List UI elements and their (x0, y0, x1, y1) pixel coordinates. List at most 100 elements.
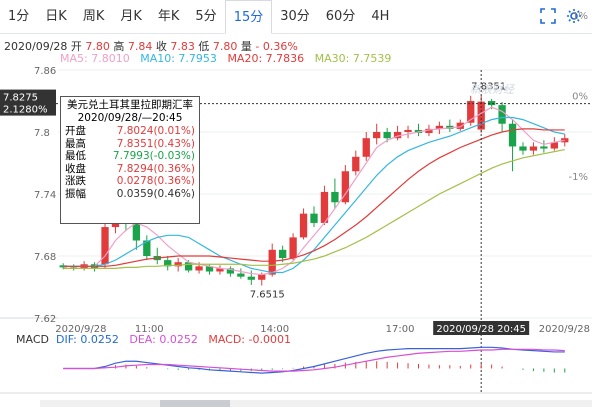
candle-body (132, 222, 141, 241)
candle-body (216, 268, 224, 272)
candle-body (310, 213, 318, 223)
tooltip-row-label: 最低 (65, 150, 86, 162)
candle-body (247, 276, 255, 280)
tab-5[interactable]: 5分 (187, 0, 224, 34)
candle-body (70, 267, 78, 269)
pct-tick-label: -1% (569, 172, 588, 183)
tooltip-row-label: 收盘 (65, 162, 86, 175)
high-mark-label: 7.8351 (471, 82, 506, 93)
tab-6[interactable]: 15分 (224, 0, 273, 34)
candle-body (289, 237, 297, 259)
crosshair-time-label: 2020/09/28 20:45 (436, 324, 526, 335)
candle-body (540, 146, 548, 149)
crosshair-price-label: 7.8275 (3, 93, 38, 104)
tooltip-row-value: 0.0359(0.46%) (116, 187, 195, 200)
chart-scrollbar[interactable] (40, 400, 592, 407)
candle-body (143, 240, 151, 256)
candle-body (80, 264, 88, 269)
tab-4[interactable]: 年K (150, 0, 188, 34)
candle-body (446, 125, 454, 129)
tab-7[interactable]: 30分 (272, 0, 318, 34)
candle-body (59, 265, 67, 268)
ma10-legend: MA10: 7.7953 (140, 52, 217, 65)
candle-body (404, 129, 412, 132)
macd-title: MACD (16, 333, 49, 346)
tooltip-row-value: 7.8024(0.01%) (116, 125, 195, 137)
tooltip-row-value: 7.8351(0.43%) (116, 137, 195, 150)
scrollbar-thumb[interactable] (160, 400, 230, 407)
candle-body (487, 101, 496, 106)
candle-body (352, 156, 360, 172)
tab-9[interactable]: 4H (363, 0, 397, 34)
tooltip-row-label: 最高 (65, 137, 86, 150)
x-tick-label: 17:00 (386, 324, 415, 335)
crosshair-price-box (0, 89, 56, 116)
tab-0[interactable]: 1分 (0, 0, 37, 34)
tooltip-row: 开盘 7.8024(0.01%) (65, 125, 195, 138)
tooltip-row-value: 0.0278(0.36%) (116, 175, 195, 187)
candle-body (393, 132, 402, 139)
y-tick-label: 7.8 (34, 128, 50, 139)
candle-body (258, 274, 266, 280)
candle-body (456, 122, 464, 129)
candle-body (435, 125, 444, 129)
tooltip-title: 美元兑土耳其里拉即期汇率 (67, 99, 193, 111)
settings-icon[interactable] (566, 8, 582, 24)
candle-body (195, 266, 203, 271)
tab-3[interactable]: 月K (112, 0, 150, 34)
kline-widget: { "tabs": ["1分","日K","周K","月K","年K","5分"… (0, 0, 592, 407)
dif-line (63, 346, 565, 374)
dif-legend: DIF: 0.0252 (55, 333, 119, 346)
candle-body (414, 129, 423, 134)
dea-legend: DEA: 0.0252 (129, 333, 198, 346)
candle-body (383, 132, 391, 139)
candle-body (153, 256, 161, 261)
ohlc-tooltip: 美元兑土耳其里拉即期汇率 2020/09/28/—20:45 开盘 7.8024(… (60, 96, 200, 224)
candle-body (237, 273, 245, 277)
tooltip-row: 收盘 7.8294(0.36%) (65, 163, 195, 176)
x-tick-label: 2020/9/28 (539, 324, 590, 335)
tab-1[interactable]: 日K (37, 0, 75, 34)
candle-body (373, 132, 381, 139)
ma20-legend: MA20: 7.7836 (227, 52, 305, 65)
candle-body (508, 123, 517, 147)
tooltip-row: 最低 7.7993(-0.03%) (65, 150, 195, 163)
candle-body (341, 171, 350, 203)
fullscreen-icon[interactable] (540, 8, 556, 24)
candle-body (164, 260, 172, 267)
ma-legend: MA5: 7.8010 MA10: 7.7953 MA20: 7.7836 MA… (60, 52, 391, 65)
candle-body (299, 213, 308, 238)
macd-legend: MACD DIF: 0.0252 DEA: 0.0252 MACD: -0.00… (16, 333, 291, 346)
toolbar (540, 8, 582, 24)
watermark-logo: 新浪财经 (470, 83, 515, 96)
y-tick-label: 7.74 (34, 190, 56, 201)
candle-body (425, 128, 433, 134)
y-tick-label: 7.86 (34, 66, 56, 77)
ma5-legend: MA5: 7.8010 (60, 52, 130, 65)
tooltip-row-value: 7.7993(-0.03%) (112, 150, 195, 162)
candle-body (226, 268, 235, 274)
candle-body (529, 146, 538, 151)
y-tick-label: 7.62 (34, 314, 56, 325)
tooltip-row: 涨跌 0.0278(0.36%) (65, 175, 195, 188)
candle-body (174, 262, 182, 267)
tooltip-row-label: 开盘 (65, 125, 86, 137)
tooltip-datetime: 2020/09/28/—20:45 (77, 112, 183, 124)
candle-body (477, 101, 485, 130)
candle-body (205, 266, 214, 272)
tab-8[interactable]: 60分 (318, 0, 364, 34)
crosshair-percent-label: 2.1280% (3, 105, 48, 116)
candle-body (268, 249, 276, 275)
dea-line (63, 348, 565, 372)
tab-2[interactable]: 周K (75, 0, 113, 34)
period-tab-bar: 1分 日K 周K 月K 年K 5分 15分 30分 60分 4H (0, 0, 592, 34)
candle-body (550, 142, 558, 149)
candle-body (278, 249, 287, 259)
period-tabs: 1分 日K 周K 月K 年K 5分 15分 30分 60分 4H (0, 0, 397, 34)
candle-body (362, 138, 370, 157)
tooltip-row: 振幅 0.0359(0.46%) (65, 188, 195, 201)
candle-body (467, 101, 475, 123)
ohlc-date: 2020/09/28 (4, 40, 68, 53)
low-mark-label: 7.6515 (250, 289, 285, 300)
crosshair-time-box (433, 321, 530, 335)
